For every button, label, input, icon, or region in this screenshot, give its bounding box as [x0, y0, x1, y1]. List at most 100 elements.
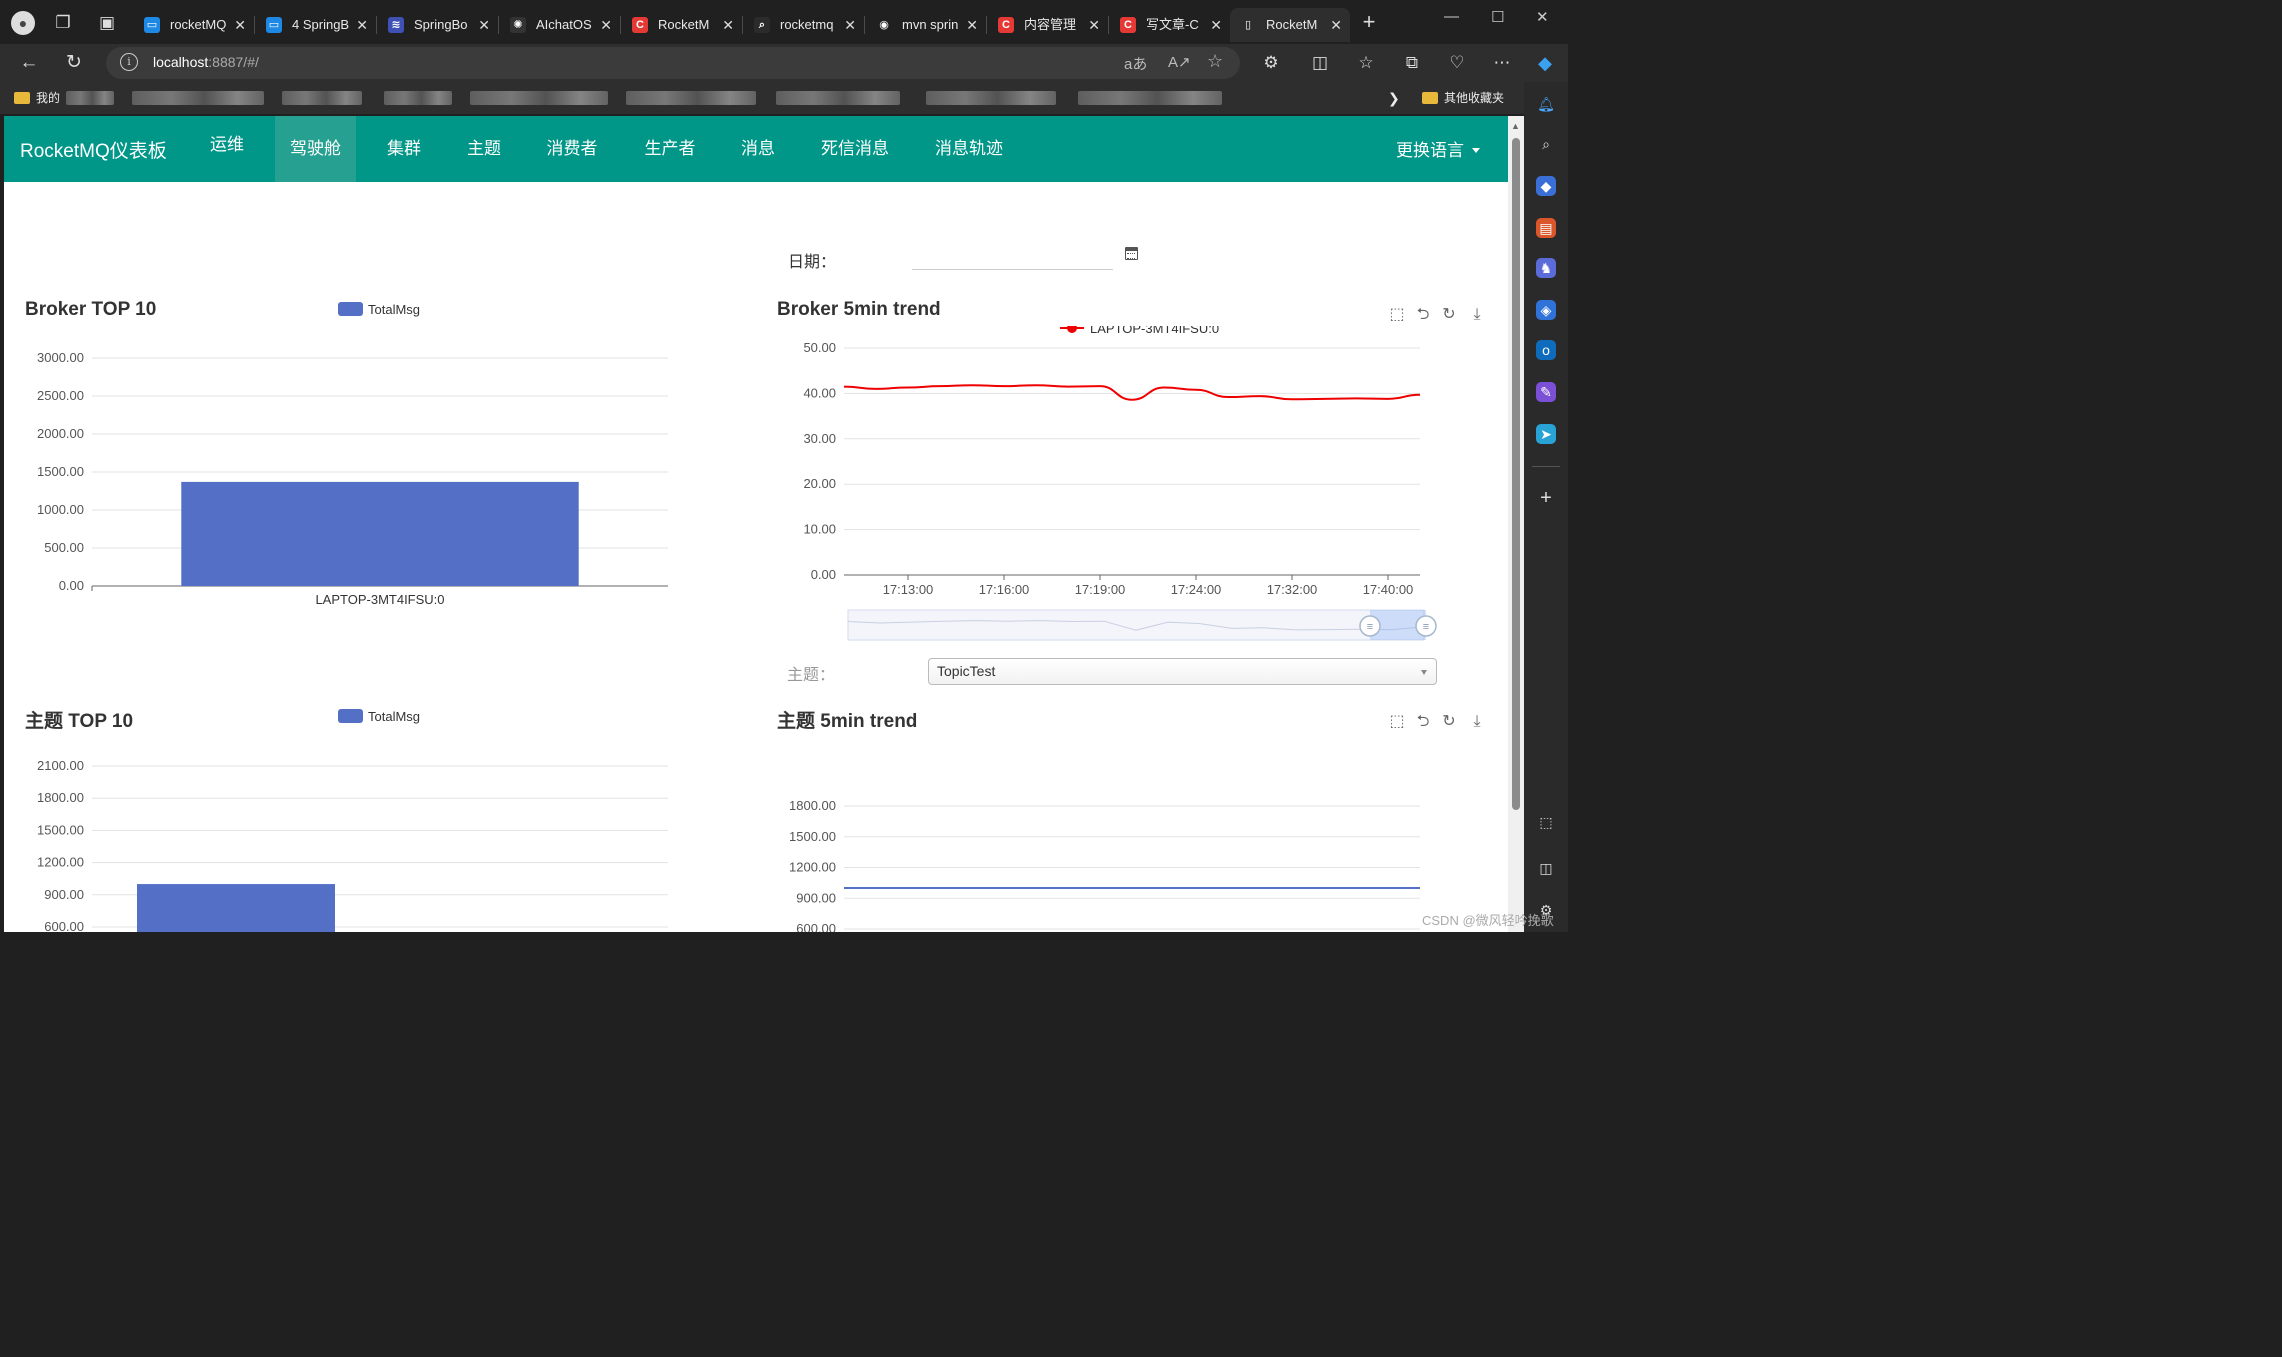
blurred-bookmark[interactable] — [132, 91, 264, 105]
restore-icon[interactable]: ↻ — [1440, 306, 1458, 324]
workspaces-icon[interactable]: ❐ — [50, 10, 76, 36]
tab-close-icon[interactable]: ✕ — [722, 8, 734, 42]
tab-close-icon[interactable]: ✕ — [966, 8, 978, 42]
language-dropdown[interactable]: 更换语言 — [1396, 136, 1480, 161]
browser-tab[interactable]: C 内容管理 ✕ — [988, 8, 1108, 42]
site-info-icon[interactable]: i — [120, 53, 138, 71]
tab-close-icon[interactable]: ✕ — [1088, 8, 1100, 42]
copilot-icon[interactable]: ◆ — [1532, 50, 1558, 76]
search-icon[interactable]: ⌕ — [1536, 134, 1556, 154]
tab-close-icon[interactable]: ✕ — [234, 8, 246, 42]
games-icon[interactable]: ♞ — [1536, 258, 1556, 278]
restore-icon[interactable]: ↻ — [1440, 713, 1458, 731]
y-tick-label: 1200.00 — [37, 855, 84, 870]
language-label: 更换语言 — [1396, 141, 1464, 160]
browser-tab[interactable]: ✺ AIchatOS ✕ — [500, 8, 620, 42]
notifications-icon[interactable]: 🔔︎ — [1536, 94, 1556, 114]
zoom-icon[interactable]: ⬚ — [1388, 306, 1406, 324]
browser-tab[interactable]: ▭ 4 SpringB ✕ — [256, 8, 376, 42]
browser-tab[interactable]: C 写文章-C ✕ — [1110, 8, 1230, 42]
nav-topic[interactable]: 主题 — [454, 116, 514, 182]
screenshot-icon[interactable]: ⬚ — [1536, 812, 1556, 832]
url-text[interactable]: localhost:8887/#/ — [153, 54, 259, 70]
back-icon[interactable]: ← — [16, 50, 42, 76]
scrollbar-thumb[interactable] — [1512, 138, 1520, 810]
translate-icon[interactable]: aあ — [1124, 53, 1147, 74]
zoom-reset-icon[interactable]: ⮌ — [1414, 713, 1432, 731]
other-favorites-folder[interactable]: 其他收藏夹 — [1422, 89, 1504, 107]
blurred-bookmark[interactable] — [626, 91, 756, 105]
blurred-bookmark[interactable] — [66, 91, 114, 105]
browser-tab[interactable]: C RocketM ✕ — [622, 8, 742, 42]
blurred-bookmark[interactable] — [1078, 91, 1222, 105]
zoom-icon[interactable]: ⬚ — [1388, 713, 1406, 731]
save-image-icon[interactable]: ⤓ — [1468, 306, 1486, 324]
browser-tab[interactable]: ⌕ rocketmq ✕ — [744, 8, 864, 42]
browser-tab[interactable]: ≋ SpringBo ✕ — [378, 8, 498, 42]
add-sidebar-app-icon[interactable]: + — [1536, 488, 1556, 508]
tools-icon[interactable]: ▤ — [1536, 218, 1556, 238]
page-scrollbar[interactable]: ▲ — [1508, 116, 1524, 932]
refresh-icon[interactable]: ↻ — [61, 50, 87, 76]
profile-icon[interactable]: ● — [10, 10, 36, 36]
telegram-icon[interactable]: ➤ — [1536, 424, 1556, 444]
shopping-icon[interactable]: ◆ — [1536, 176, 1556, 196]
read-aloud-icon[interactable]: A↗ — [1168, 53, 1191, 71]
legend-marker — [1067, 326, 1077, 333]
nav-producer[interactable]: 生产者 — [632, 116, 708, 182]
app-brand[interactable]: RocketMQ仪表板 — [20, 136, 167, 163]
more-menu-icon[interactable]: ⋯ — [1489, 50, 1515, 76]
nav-cluster[interactable]: 集群 — [374, 116, 434, 182]
tab-close-icon[interactable]: ✕ — [600, 8, 612, 42]
nav-ops[interactable]: 运维 — [194, 116, 260, 178]
tab-close-icon[interactable]: ✕ — [1330, 8, 1342, 42]
browser-tab[interactable]: ▯ RocketM ✕ — [1230, 8, 1350, 42]
nav-message[interactable]: 消息 — [730, 116, 786, 182]
url-bar[interactable]: i localhost:8887/#/ aあ A↗ ☆ — [106, 47, 1240, 79]
split-screen-icon[interactable]: ◫ — [1307, 50, 1333, 76]
save-image-icon[interactable]: ⤓ — [1468, 713, 1486, 731]
date-input[interactable] — [912, 244, 1113, 270]
y-tick-label: 1000.00 — [37, 502, 84, 517]
tab-close-icon[interactable]: ✕ — [356, 8, 368, 42]
collections-icon[interactable]: ⧉ — [1399, 50, 1425, 76]
nav-dashboard[interactable]: 驾驶舱 — [275, 116, 356, 182]
bookmark-folder-mine[interactable]: 我的 — [14, 89, 60, 107]
favorite-star-icon[interactable]: ☆ — [1207, 51, 1223, 72]
maximize-icon[interactable]: ☐ — [1491, 8, 1504, 26]
nav-dlq-message[interactable]: 死信消息 — [810, 116, 900, 182]
nav-message-trace[interactable]: 消息轨迹 — [924, 116, 1014, 182]
zoom-reset-icon[interactable]: ⮌ — [1414, 306, 1432, 324]
sidebar-toggle-icon[interactable]: ◫ — [1536, 858, 1556, 878]
browser-essentials-icon[interactable]: ♡ — [1444, 50, 1470, 76]
blurred-bookmark[interactable] — [282, 91, 362, 105]
minimize-icon[interactable]: — — [1444, 8, 1459, 25]
close-window-icon[interactable]: ✕ — [1536, 8, 1549, 26]
tab-close-icon[interactable]: ✕ — [478, 8, 490, 42]
tab-favicon-icon: C — [632, 17, 648, 33]
tab-actions-icon[interactable]: ▣ — [94, 10, 120, 36]
outlook-icon[interactable]: o — [1536, 340, 1556, 360]
scroll-up-icon[interactable]: ▲ — [1511, 121, 1520, 131]
microsoft365-icon[interactable]: ◈ — [1536, 300, 1556, 320]
new-tab-icon[interactable]: + — [1356, 9, 1382, 35]
topic-select[interactable]: TopicTest — [928, 658, 1437, 685]
blurred-bookmark[interactable] — [776, 91, 900, 105]
tab-close-icon[interactable]: ✕ — [1210, 8, 1222, 42]
browser-tab[interactable]: ▭ rocketMQ ✕ — [134, 8, 254, 42]
designer-icon[interactable]: ✎ — [1536, 382, 1556, 402]
extensions-icon[interactable]: ⚙ — [1258, 50, 1284, 76]
broker-top10-legend[interactable]: TotalMsg — [338, 302, 420, 317]
blurred-bookmark[interactable] — [470, 91, 608, 105]
blurred-bookmark[interactable] — [384, 91, 452, 105]
nav-consumer[interactable]: 消费者 — [534, 116, 610, 182]
browser-tab[interactable]: ◉ mvn sprin ✕ — [866, 8, 986, 42]
topic-top10-legend[interactable]: TotalMsg — [338, 709, 420, 724]
favorites-icon[interactable]: ☆ — [1353, 50, 1379, 76]
blurred-bookmark[interactable] — [926, 91, 1056, 105]
bookmarks-overflow-icon[interactable]: ❯ — [1388, 89, 1400, 107]
calendar-icon[interactable] — [1125, 247, 1138, 260]
y-tick-label: 900.00 — [44, 887, 84, 902]
tab-close-icon[interactable]: ✕ — [844, 8, 856, 42]
datazoom-handle-grip: ≡ — [1367, 621, 1373, 633]
